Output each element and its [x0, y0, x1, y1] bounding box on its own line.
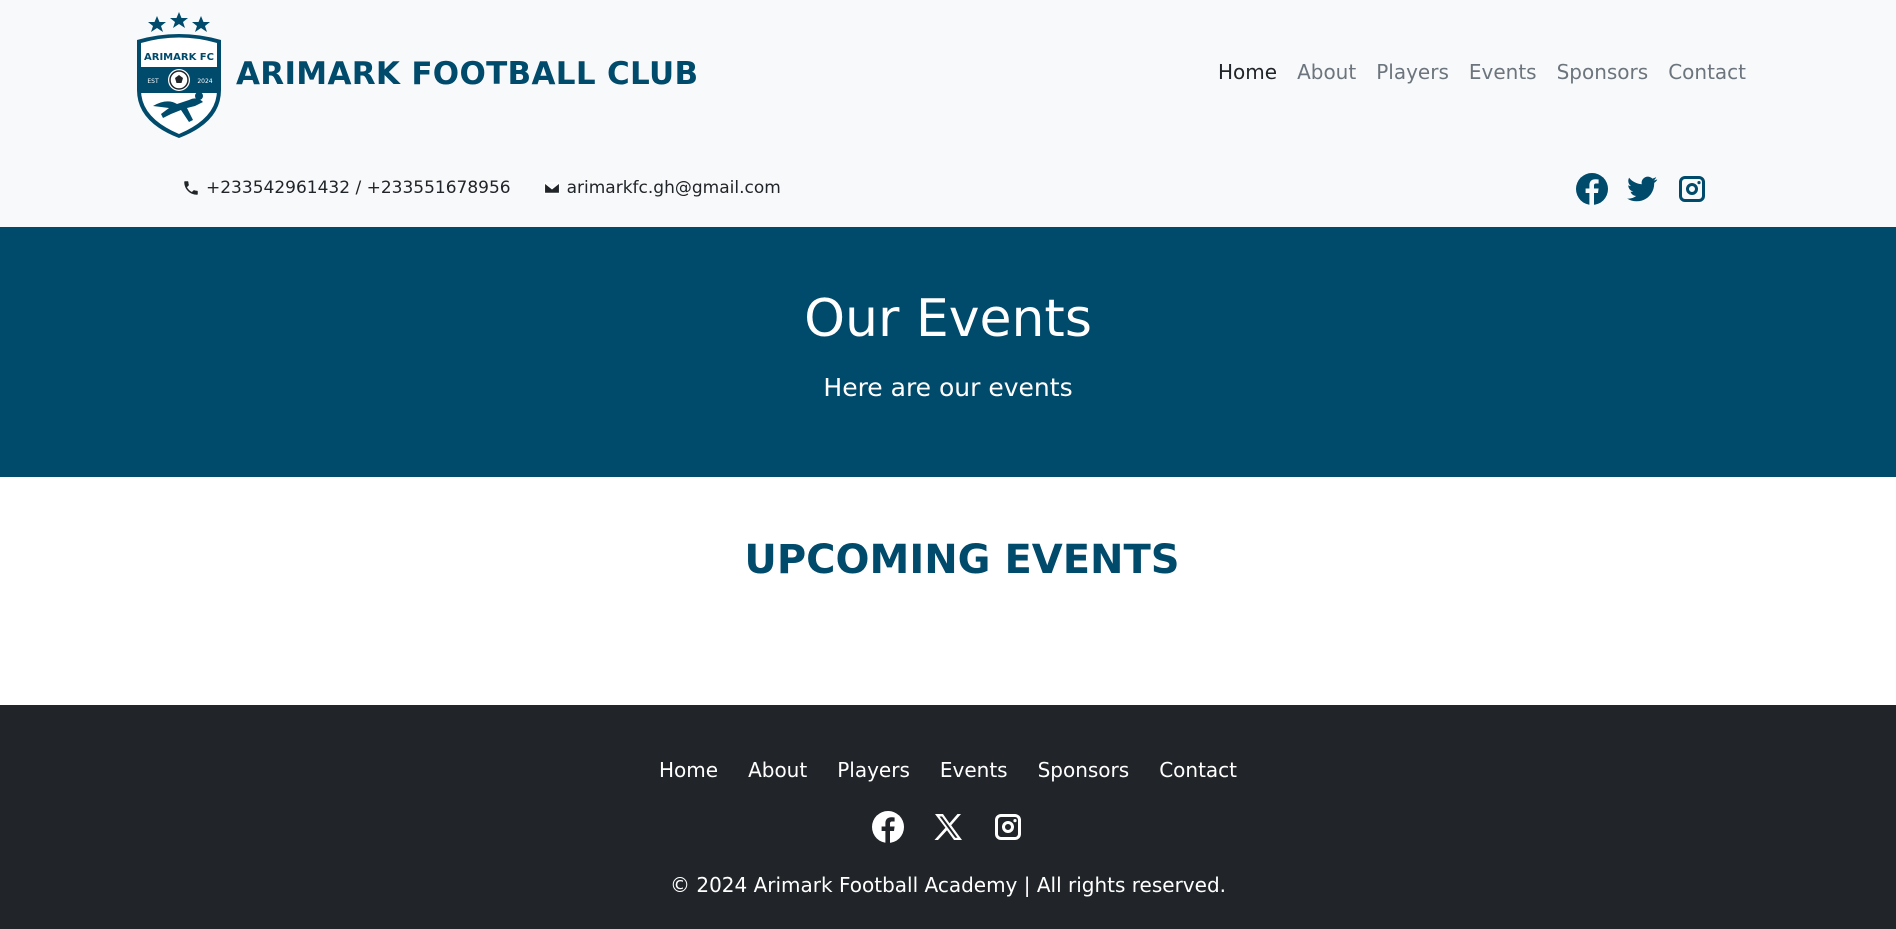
site-header: ARIMARK FC EST 2024 ARIMARK FOOTBALL CLU… [0, 0, 1896, 227]
svg-text:ARIMARK FC: ARIMARK FC [144, 52, 214, 63]
email-address: arimarkfc.gh@gmail.com [566, 178, 781, 198]
upcoming-events-section: UPCOMING EVENTS [0, 477, 1896, 705]
footer-x-link[interactable] [932, 811, 964, 847]
facebook-icon [1576, 173, 1608, 205]
facebook-link[interactable] [1576, 173, 1608, 209]
footer-nav-events[interactable]: Events [940, 758, 1008, 782]
facebook-icon [872, 811, 904, 843]
instagram-icon [1679, 176, 1705, 202]
twitter-link[interactable] [1626, 173, 1658, 209]
footer-nav-home[interactable]: Home [659, 758, 718, 782]
twitter-icon [1627, 176, 1658, 202]
club-crest-icon: ARIMARK FC EST 2024 [137, 12, 221, 138]
x-icon [934, 814, 962, 840]
phone-contact: +233542961432 / +233551678956 [182, 178, 511, 198]
footer-nav-players[interactable]: Players [837, 758, 910, 782]
site-footer: Home About Players Events Sponsors Conta… [0, 705, 1896, 929]
nav-home[interactable]: Home [1218, 60, 1277, 84]
hero-title: Our Events [804, 289, 1092, 349]
section-title: UPCOMING EVENTS [744, 537, 1180, 583]
footer-instagram-link[interactable] [992, 811, 1024, 847]
nav-contact[interactable]: Contact [1668, 60, 1746, 84]
header-social-links [1576, 173, 1708, 209]
site-title: ARIMARK FOOTBALL CLUB [236, 56, 699, 92]
svg-text:2024: 2024 [197, 78, 212, 85]
nav-about[interactable]: About [1297, 60, 1356, 84]
footer-facebook-link[interactable] [872, 811, 904, 847]
email-contact: arimarkfc.gh@gmail.com [543, 178, 781, 198]
contact-info: +233542961432 / +233551678956 arimarkfc.… [182, 178, 781, 198]
nav-events[interactable]: Events [1469, 60, 1537, 84]
copyright-text: © 2024 Arimark Football Academy | All ri… [669, 873, 1226, 897]
footer-nav: Home About Players Events Sponsors Conta… [0, 758, 1896, 782]
instagram-icon [995, 814, 1021, 840]
main-nav: Home About Players Events Sponsors Conta… [1218, 60, 1746, 84]
club-logo[interactable]: ARIMARK FC EST 2024 [133, 12, 225, 140]
phone-number: +233542961432 / +233551678956 [206, 178, 511, 198]
footer-nav-contact[interactable]: Contact [1159, 758, 1237, 782]
phone-icon [184, 181, 198, 195]
nav-players[interactable]: Players [1376, 60, 1449, 84]
envelope-icon [543, 182, 560, 194]
footer-social-links [0, 811, 1896, 847]
instagram-link[interactable] [1676, 173, 1708, 209]
svg-text:EST: EST [147, 78, 159, 85]
footer-nav-sponsors[interactable]: Sponsors [1038, 758, 1130, 782]
hero-subtitle: Here are our events [823, 373, 1073, 402]
footer-nav-about[interactable]: About [748, 758, 807, 782]
nav-sponsors[interactable]: Sponsors [1557, 60, 1649, 84]
hero-banner: Our Events Here are our events [0, 227, 1896, 477]
